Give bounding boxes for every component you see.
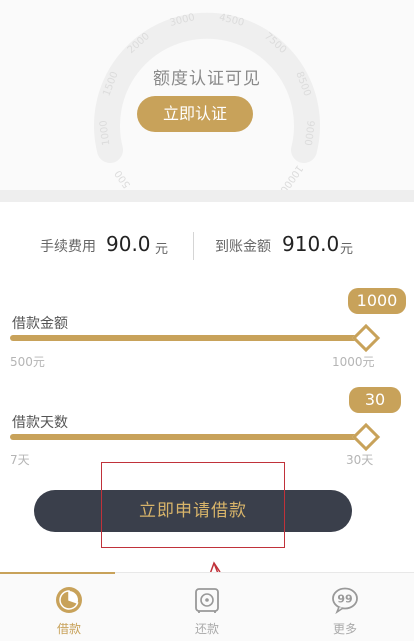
tab-repay[interactable]: 还款 [138, 572, 276, 641]
certify-now-button[interactable]: 立即认证 [137, 96, 253, 132]
received-value: 910.0 [282, 232, 340, 256]
amount-max-label: 1000元 [332, 355, 375, 369]
gauge-tick-label: 500 [113, 168, 133, 190]
fee-summary: 手续费用 90.0 元 到账金额 910.0 元 [0, 205, 414, 280]
svg-text:99: 99 [337, 593, 352, 606]
days-slider-thumb[interactable] [351, 422, 381, 452]
amount-min-label: 500元 [10, 355, 45, 369]
days-min-label: 7天 [10, 453, 30, 467]
credit-gauge: 5001000150020003000 450075008500900010000 [94, 12, 320, 190]
days-slider-track[interactable] [10, 434, 366, 440]
fee-value: 90.0 [106, 232, 151, 256]
highlight-box [101, 462, 285, 548]
days-max-label: 30天 [346, 453, 374, 467]
chat-bubble-icon: 99 [332, 587, 358, 614]
tab-more-label: 更多 [332, 622, 357, 636]
fee-label: 手续费用 [40, 239, 96, 255]
amount-value-bubble: 1000 [348, 288, 406, 314]
safe-icon [195, 588, 219, 613]
credit-hero: 500 1000 1500 2000 3000 4500 7500 8500 9000 10000… [0, 0, 414, 190]
tab-loan-label: 借款 [56, 622, 81, 636]
tab-repay-label: 还款 [194, 622, 219, 636]
received-label: 到账金额 [215, 239, 271, 255]
amount-slider-thumb[interactable] [351, 323, 381, 353]
amount-slider-track[interactable] [10, 335, 366, 341]
received-unit: 元 [340, 242, 354, 257]
bottom-tab-bar: 借款 还款 99 更多 [0, 572, 414, 641]
tab-more[interactable]: 99 更多 [276, 572, 414, 641]
section-divider [0, 190, 414, 202]
tab-loan[interactable]: 借款 [0, 572, 138, 641]
days-slider-label: 借款天数 [12, 415, 68, 431]
hero-title: 额度认证可见 [153, 69, 261, 89]
days-value-bubble: 30 [349, 387, 401, 413]
gauge-tick-label: 10000 [277, 163, 304, 190]
fee-unit: 元 [155, 242, 169, 257]
amount-slider-label: 借款金额 [12, 316, 68, 332]
fee-divider [193, 232, 194, 260]
pie-chart-icon [56, 587, 82, 613]
